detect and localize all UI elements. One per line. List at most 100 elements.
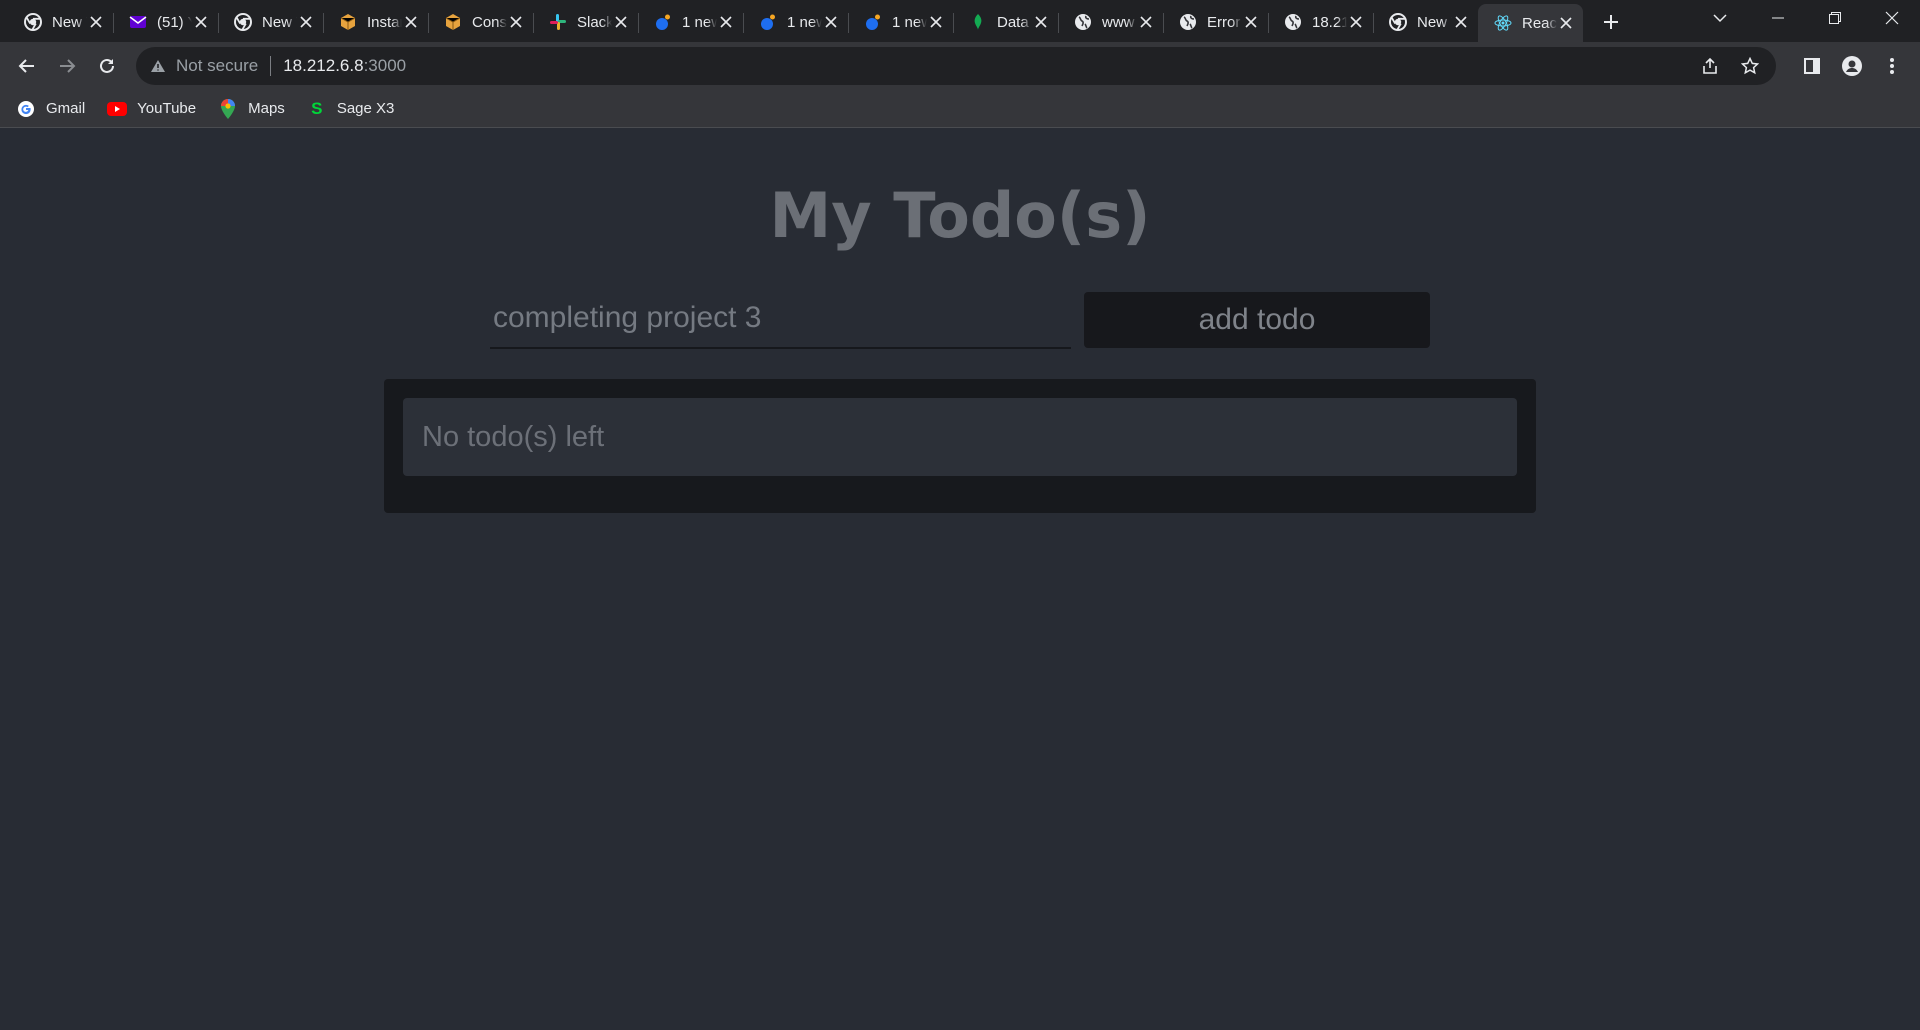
plus-icon (1604, 15, 1618, 29)
browser-tab[interactable]: Console (428, 4, 533, 40)
kebab-menu-icon (1890, 58, 1894, 74)
minimize-button[interactable] (1749, 0, 1806, 36)
tab-title: Error (1207, 13, 1241, 31)
close-icon (405, 16, 417, 28)
aws-box-icon (444, 13, 462, 31)
bookmark-item[interactable]: S Sage X3 (307, 98, 394, 119)
window-controls (1749, 0, 1920, 36)
browser-tab[interactable]: www (1058, 4, 1163, 40)
tab-title: Instances (367, 13, 402, 31)
tab-title: New Tab (52, 13, 87, 31)
sage-icon: S (311, 98, 323, 118)
side-panel-button[interactable] (1792, 46, 1832, 86)
browser-tab[interactable]: Instances (323, 4, 428, 40)
toolbar-right (1792, 46, 1912, 86)
bubble-icon (864, 13, 882, 31)
tab-title: New Tab (1417, 13, 1452, 31)
globe-icon (1284, 13, 1302, 31)
close-window-button[interactable] (1863, 0, 1920, 36)
close-icon (1350, 16, 1362, 28)
browser-tab[interactable]: New Tab (218, 4, 323, 40)
browser-tab[interactable]: React App (1478, 4, 1583, 42)
bookmark-star-button[interactable] (1730, 46, 1770, 86)
close-tab-button[interactable] (927, 13, 945, 31)
browser-tab[interactable]: New Tab (1373, 4, 1478, 40)
page-title: My Todo(s) (769, 179, 1151, 252)
close-tab-button[interactable] (1452, 13, 1470, 31)
profile-button[interactable] (1832, 46, 1872, 86)
google-icon (16, 99, 36, 119)
new-tab-button[interactable] (1591, 4, 1631, 40)
empty-list-message: No todo(s) left (403, 398, 1517, 476)
close-icon (1035, 16, 1047, 28)
bookmark-label: YouTube (137, 100, 197, 117)
browser-tab[interactable]: 1 new (638, 4, 743, 40)
close-tab-button[interactable] (507, 13, 525, 31)
mongodb-leaf-icon (969, 13, 987, 31)
browser-tab[interactable]: Slack (533, 4, 638, 40)
close-tab-button[interactable] (297, 13, 315, 31)
close-tab-button[interactable] (1137, 13, 1155, 31)
close-tab-button[interactable] (612, 13, 630, 31)
close-icon (720, 16, 732, 28)
tab-title: Slack (577, 13, 612, 31)
close-tab-button[interactable] (1242, 13, 1260, 31)
menu-button[interactable] (1872, 46, 1912, 86)
tab-search-button[interactable] (1700, 0, 1740, 36)
tab-title: (51) Yahoo Mail (157, 13, 192, 31)
close-tab-button[interactable] (192, 13, 210, 31)
close-tab-button[interactable] (87, 13, 105, 31)
url-divider (270, 56, 272, 76)
share-button[interactable] (1690, 46, 1730, 86)
tab-title: Console (472, 13, 507, 31)
browser-tab[interactable]: 1 new (848, 4, 953, 40)
warning-icon (151, 60, 165, 72)
close-tab-button[interactable] (402, 13, 420, 31)
browser-tab[interactable]: (51) Yahoo Mail (113, 4, 218, 40)
tab-list: New Tab (51) Yahoo Mail New Tab Instances Co… (0, 0, 1583, 42)
browser-tab[interactable]: New Tab (8, 4, 113, 40)
forward-button[interactable] (47, 46, 87, 86)
chevron-down-icon (1713, 14, 1727, 23)
browser-tab[interactable]: Error (1163, 4, 1268, 40)
chrome-icon (24, 13, 42, 31)
maps-pin-icon (218, 98, 238, 119)
arrow-left-icon (18, 59, 34, 73)
tab-title: 1 new (682, 13, 717, 31)
browser-tab[interactable]: Data (953, 4, 1058, 40)
bookmark-item[interactable]: Gmail (16, 99, 85, 119)
close-icon (825, 16, 837, 28)
bookmark-label: Gmail (46, 100, 86, 117)
address-bar[interactable]: Not secure 18.212.6.8:3000 (136, 47, 1776, 85)
star-icon (1741, 57, 1759, 75)
browser-tab[interactable]: 18.212 (1268, 4, 1373, 40)
back-button[interactable] (7, 46, 47, 86)
react-icon (1494, 14, 1512, 32)
bookmark-item[interactable]: Maps (218, 98, 285, 119)
close-tab-button[interactable] (1032, 13, 1050, 31)
person-icon (1842, 56, 1862, 76)
tab-title: www (1102, 13, 1135, 31)
add-todo-button[interactable]: add todo (1084, 292, 1430, 348)
security-label[interactable]: Not secure (176, 56, 258, 76)
close-icon (1140, 16, 1152, 28)
chrome-icon (1389, 13, 1407, 31)
bubble-icon (759, 13, 777, 31)
bookmark-label: Maps (248, 100, 285, 117)
aws-box-icon (339, 13, 357, 31)
restore-button[interactable] (1806, 0, 1863, 36)
close-tab-button[interactable] (1557, 14, 1575, 32)
tab-strip: New Tab (51) Yahoo Mail New Tab Instances Co… (0, 0, 1920, 42)
close-tab-button[interactable] (717, 13, 735, 31)
close-tab-button[interactable] (1347, 13, 1365, 31)
todo-input[interactable] (490, 289, 1071, 349)
tab-title: Data (997, 13, 1029, 31)
tab-title: 18.212 (1312, 13, 1347, 31)
bookmarks-bar: Gmail YouTube Maps S Sage X3 (0, 90, 1920, 128)
browser-tab[interactable]: 1 new (743, 4, 848, 40)
chrome-icon (234, 13, 252, 31)
reload-button[interactable] (87, 46, 127, 86)
close-icon (615, 16, 627, 28)
close-tab-button[interactable] (822, 13, 840, 31)
bookmark-item[interactable]: YouTube (107, 99, 196, 119)
